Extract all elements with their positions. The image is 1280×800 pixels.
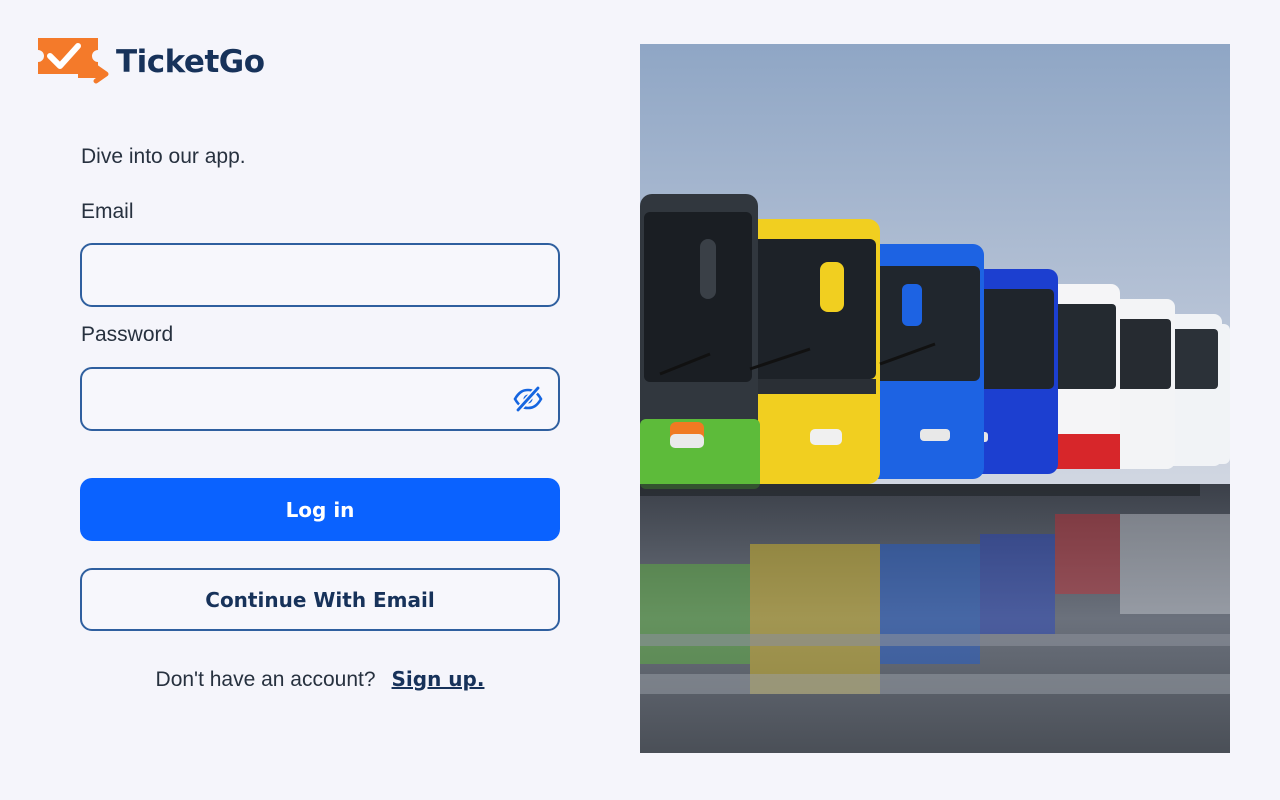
ticket-check-logo-icon	[38, 38, 109, 84]
email-field-container	[80, 243, 560, 307]
continue-with-email-button[interactable]: Continue With Email	[80, 568, 560, 631]
password-field[interactable]	[82, 369, 558, 429]
login-button[interactable]: Log in	[80, 478, 560, 541]
email-field[interactable]	[82, 245, 558, 305]
bus-fleet-hero-image	[640, 44, 1230, 753]
eye-off-icon[interactable]	[512, 385, 544, 413]
brand-logo: TicketGo	[36, 34, 265, 90]
signup-link[interactable]: Sign up.	[392, 667, 485, 691]
email-label: Email	[81, 200, 134, 223]
password-field-container	[80, 367, 560, 431]
brand-name: TicketGo	[116, 44, 265, 80]
password-label: Password	[81, 323, 174, 346]
tagline: Dive into our app.	[81, 145, 246, 168]
signup-row: Don't have an account? Sign up.	[0, 667, 640, 692]
signup-prompt: Don't have an account?	[155, 668, 376, 691]
